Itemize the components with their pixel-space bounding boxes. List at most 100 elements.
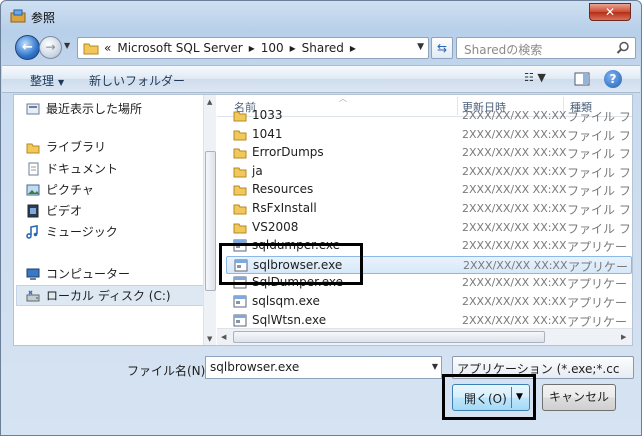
computer-icon	[26, 268, 40, 280]
close-button[interactable]: ✕	[589, 3, 631, 21]
file-date: 2XXX/XX/XX XX:XX	[462, 109, 567, 122]
recent-pages-dropdown[interactable]: ▼	[64, 41, 74, 53]
folder-icon	[233, 130, 247, 141]
sort-ascending-icon: ︿	[339, 95, 347, 103]
file-type: ファイル フ	[567, 184, 631, 199]
sidebar-item-label: 最近表示した場所	[46, 102, 143, 116]
sidebar-item-label: コンピューター	[46, 267, 131, 281]
folder-icon	[233, 185, 247, 196]
scroll-down-icon[interactable]: ▼	[207, 335, 212, 343]
highlight-box-file	[219, 243, 363, 285]
picture-icon	[26, 184, 40, 196]
folder-row[interactable]: RsFxInstall 2XXX/XX/XX XX:XX ファイル フ	[217, 200, 632, 218]
breadcrumb-item[interactable]: «	[104, 41, 111, 55]
chevron-down-icon[interactable]: ▼	[432, 362, 438, 371]
open-file-dialog: 参照 ✕ ← → ▼ « Microsoft SQL Server ▸ 100 ▸ Sha…	[0, 0, 642, 436]
breadcrumb-item[interactable]: Shared	[302, 41, 344, 55]
file-date: 2XXX/XX/XX XX:XX	[462, 202, 567, 215]
back-button[interactable]: ←	[15, 35, 40, 60]
folder-row[interactable]: VS2008 2XXX/XX/XX XX:XX ファイル フ	[217, 219, 632, 237]
address-bar[interactable]: « Microsoft SQL Server ▸ 100 ▸ Shared ▸ ▼	[77, 37, 429, 59]
sidebar-item-label: ローカル ディスク (C:)	[46, 289, 171, 303]
filename-value[interactable]: sqlbrowser.exe	[210, 360, 299, 374]
folder-icon	[233, 148, 247, 159]
file-type: アプリケー	[568, 259, 629, 274]
scroll-right-icon[interactable]: ▶	[621, 333, 626, 341]
breadcrumb-item[interactable]: ▸	[290, 41, 296, 55]
file-type: アプリケー	[567, 296, 628, 310]
file-name: 1041	[252, 126, 283, 141]
window-title: 参照	[31, 11, 56, 25]
folder-icon	[233, 111, 247, 122]
scroll-left-icon[interactable]: ◀	[221, 333, 226, 341]
refresh-button[interactable]: ⇆	[431, 37, 453, 59]
organize-button[interactable]: 整理 ▼	[30, 72, 64, 89]
file-type: ファイル フ	[567, 203, 631, 217]
chevron-down-icon[interactable]: ▼	[417, 42, 424, 52]
folder-row[interactable]: 1041 2XXX/XX/XX XX:XX ファイル フ	[217, 126, 632, 144]
organize-label: 整理	[30, 74, 55, 88]
change-view-button[interactable]: ☷ ▼	[524, 71, 560, 89]
folder-row[interactable]: Resources 2XXX/XX/XX XX:XX ファイル フ	[217, 181, 632, 199]
file-type: ファイル フ	[567, 110, 631, 124]
address-row: ← → ▼ « Microsoft SQL Server ▸ 100 ▸ Shared ▸ …	[7, 35, 637, 61]
sidebar-item-label: ライブラリ	[46, 140, 107, 154]
file-date: 2XXX/XX/XX XX:XX	[462, 313, 567, 327]
sidebar-item-label: ドキュメント	[46, 162, 119, 176]
file-list: ︿ 名前 更新日時 種類 1033 2XXX/XX/XX XX:XX ファイル フ1…	[217, 95, 632, 345]
folder-icon	[83, 43, 99, 55]
forward-button[interactable]: →	[39, 36, 62, 59]
cancel-button[interactable]: キャンセル	[542, 384, 616, 411]
document-icon	[28, 162, 39, 176]
app-icon	[10, 9, 26, 23]
video-icon	[27, 204, 39, 218]
local-disk-icon	[26, 290, 40, 302]
filename-input[interactable]: sqlbrowser.exe ▼	[205, 356, 442, 379]
file-name: VS2008	[252, 219, 299, 234]
file-name: ErrorDumps	[252, 145, 324, 160]
breadcrumb-item[interactable]: ▸	[350, 41, 356, 55]
command-bar: 整理 ▼ 新しいフォルダー ☷ ▼ ?	[2, 65, 640, 93]
file-type: アプリケー	[567, 277, 628, 292]
folder-icon	[233, 204, 247, 215]
file-name: SqlWtsn.exe	[252, 312, 327, 327]
horizontal-scrollbar[interactable]: ◀ ▶	[217, 328, 632, 345]
folder-icon	[233, 167, 247, 178]
breadcrumb-item[interactable]: Microsoft SQL Server	[117, 41, 242, 55]
exe-file-icon	[233, 295, 247, 308]
file-type: ファイル フ	[567, 147, 631, 162]
file-type: アプリケー	[567, 240, 628, 255]
file-date: 2XXX/XX/XX XX:XX	[462, 220, 567, 234]
file-type: ファイル フ	[567, 221, 631, 236]
scroll-up-icon[interactable]: ▲	[207, 98, 212, 106]
folder-row[interactable]: ja 2XXX/XX/XX XX:XX ファイル フ	[217, 163, 632, 181]
search-icon	[616, 41, 629, 54]
horizontal-scroll-thumb[interactable]	[233, 331, 545, 343]
file-name: ja	[252, 163, 263, 178]
breadcrumb-item[interactable]: ▸	[249, 41, 255, 55]
search-box[interactable]: Sharedの検索	[456, 37, 636, 59]
file-date: 2XXX/XX/XX XX:XX	[462, 146, 567, 160]
browse-area: ▲ ▼ 最近表示した場所 ライブラリ ドキュメント ピクチャ ビデオ ミュージック コンピュ…	[13, 94, 633, 346]
breadcrumb-item[interactable]: 100	[261, 41, 284, 55]
sidebar-item-label: ミュージック	[46, 225, 118, 239]
chevron-down-icon: ▼	[58, 78, 65, 87]
exe-file-icon	[233, 314, 247, 327]
search-input[interactable]: Sharedの検索	[464, 41, 542, 58]
file-date: 2XXX/XX/XX XX:XX	[462, 239, 567, 253]
help-button[interactable]: ?	[604, 70, 622, 88]
file-name: 1033	[252, 108, 283, 122]
preview-pane-icon[interactable]	[574, 71, 590, 87]
file-date: 2XXX/XX/XX XX:XX	[462, 164, 567, 178]
file-row[interactable]: SqlWtsn.exe 2XXX/XX/XX XX:XX アプリケー	[217, 312, 632, 330]
file-row[interactable]: sqlsqm.exe 2XXX/XX/XX XX:XX アプリケー	[217, 293, 632, 311]
sidebar-item-label: ピクチャ	[46, 183, 94, 197]
new-folder-button[interactable]: 新しいフォルダー	[89, 72, 185, 89]
file-name: sqlsqm.exe	[252, 294, 320, 308]
file-name: RsFxInstall	[252, 201, 317, 215]
folder-row[interactable]: ErrorDumps 2XXX/XX/XX XX:XX ファイル フ	[217, 144, 632, 162]
folder-row[interactable]: 1033 2XXX/XX/XX XX:XX ファイル フ	[217, 107, 632, 125]
file-date: 2XXX/XX/XX XX:XX	[462, 127, 567, 141]
nav-scroll-thumb[interactable]	[205, 151, 216, 291]
library-icon	[26, 143, 40, 154]
